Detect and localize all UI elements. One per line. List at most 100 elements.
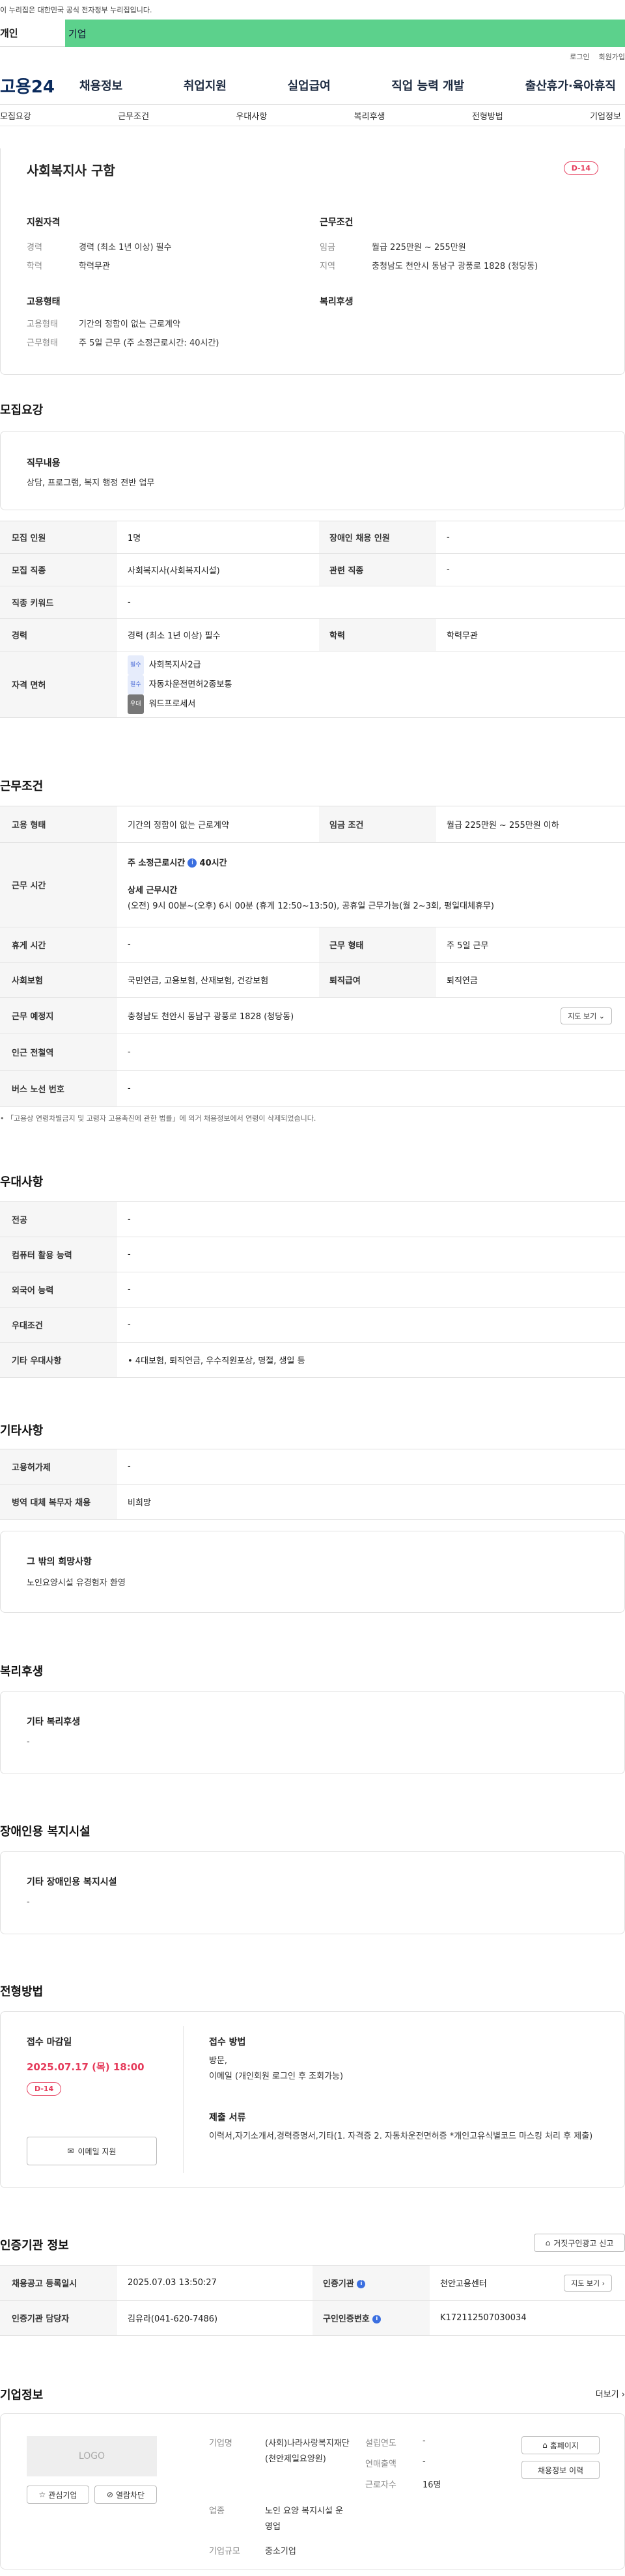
revenue: - <box>423 2457 426 2467</box>
row-header: 학력 <box>319 618 436 651</box>
table-row: 채용공고 등록일시 2025.07.03 13:50:27 인증기관 i 천안고용센터… <box>0 2265 625 2301</box>
report-button[interactable]: ⌂ 거짓구인광고 신고 <box>534 2234 625 2252</box>
email-apply-button[interactable]: ✉ 이메일 지원 <box>27 2137 157 2165</box>
deadline-label: 접수 마감일 <box>27 2037 72 2048</box>
info-icon[interactable]: i <box>188 858 197 868</box>
dday-badge: D-14 <box>27 2082 62 2096</box>
recruit-heading: 모집요강 <box>0 404 44 417</box>
subnav-preferences[interactable]: 우대사항 <box>236 109 267 122</box>
staff-count: 16명 <box>423 2480 441 2490</box>
tab-company[interactable]: 기업 <box>65 20 625 47</box>
duty-label: 직무내용 <box>27 458 61 469</box>
row-value: 1명 <box>117 521 319 554</box>
subnav-recruit[interactable]: 모집요강 <box>0 109 31 122</box>
welfare-title: 복리후생 <box>320 297 354 307</box>
row-header: 고용허가제 <box>0 1449 117 1485</box>
qual-key: 경력 <box>27 243 42 253</box>
duty-text: 상담, 프로그램, 복지 행정 전반 업무 <box>27 478 155 488</box>
wish-text: 노인요양시설 유경험자 환영 <box>27 1578 126 1588</box>
row-value: - <box>117 927 319 963</box>
row-value: 비희망 <box>117 1484 625 1520</box>
table-row: 전공 - <box>0 1201 625 1237</box>
industry-label: 업종 <box>209 2506 225 2516</box>
row-value: 퇴직연금 <box>436 962 625 998</box>
qual-value: 경력 (최소 1년 이상) 필수 <box>79 243 172 253</box>
row-header: 근무 형태 <box>319 927 436 963</box>
subnav-company[interactable]: 기업정보 <box>590 109 621 122</box>
row-value: - <box>117 1272 625 1308</box>
row-value: 2025.07.03 13:50:27 <box>117 2265 312 2301</box>
login-link[interactable]: 로그인 <box>570 51 589 62</box>
disability-value: - <box>27 1897 30 1907</box>
emp-key: 근무형태 <box>27 338 58 348</box>
row-header: 모집 직종 <box>0 553 117 586</box>
site-logo[interactable]: 고용24 <box>0 74 79 98</box>
cond-value: 월급 225만원 ~ 255만원 <box>372 243 466 253</box>
gnb-item-unemployment[interactable]: 실업급여 <box>288 77 331 94</box>
subnav-welfare[interactable]: 복리후생 <box>354 109 385 122</box>
table-row: 모집 인원 1명 장애인 채용 인원 - <box>0 521 625 554</box>
mail-icon: ✉ <box>67 2146 74 2156</box>
row-value: 김유라(041-620-7486) <box>117 2300 312 2336</box>
row-value: 학력무관 <box>436 618 625 651</box>
row-header: 인증기관 담당자 <box>0 2300 117 2336</box>
table-row: 컴퓨터 활용 능력 - <box>0 1237 625 1272</box>
tab-personal[interactable]: 개인 <box>0 20 65 47</box>
info-icon[interactable]: i <box>372 2315 382 2323</box>
row-value: 경력 (최소 1년 이상) 필수 <box>117 618 319 651</box>
subnav-selection[interactable]: 전형방법 <box>472 109 503 122</box>
row-value: - <box>117 1034 625 1071</box>
age-note: • 「고용상 연령차별금지 및 고령자 고용촉진에 관한 법률」에 의거 채용정… <box>0 1114 316 1123</box>
table-row: 외국어 능력 - <box>0 1272 625 1308</box>
agency-map-button[interactable]: 지도 보기 › <box>564 2275 612 2292</box>
row-header: 버스 노선 번호 <box>0 1070 117 1107</box>
size-label: 기업규모 <box>209 2547 240 2556</box>
row-value: - <box>117 586 625 619</box>
subnav-conditions[interactable]: 근무조건 <box>118 109 149 122</box>
user-type-tabs: 개인 기업 <box>0 20 625 47</box>
favorite-label: 관심기업 <box>48 2490 77 2500</box>
gnb-item-training[interactable]: 직업 능력 개발 <box>391 77 464 94</box>
disability-heading: 장애인용 복지시설 <box>0 1825 90 1839</box>
method-label: 접수 방법 <box>209 2037 246 2048</box>
license-item: 필수 사회복지사2급 <box>128 655 625 675</box>
favorite-company-button[interactable]: ☆ 관심기업 <box>27 2486 89 2504</box>
row-header: 휴게 시간 <box>0 927 117 963</box>
row-value: • 4대보험, 퇴직연금, 우수직원포상, 명절, 생일 등 <box>117 1342 625 1378</box>
gnb-item-leave[interactable]: 출산휴가·육아휴직 <box>525 77 616 94</box>
map-button[interactable]: 지도 보기 ⌄ <box>561 1007 612 1024</box>
gnb-item-jobs[interactable]: 채용정보 <box>79 77 122 94</box>
row-header: 외국어 능력 <box>0 1272 117 1308</box>
company-more-link[interactable]: 더보기 › <box>596 2387 625 2400</box>
industry: 노인 요양 복지시설 운영업 <box>265 2506 344 2532</box>
signup-link[interactable]: 회원가입 <box>599 51 625 62</box>
table-row: 병역 대체 복무자 채용 비희망 <box>0 1484 625 1520</box>
row-header: 관련 직종 <box>319 553 436 586</box>
home-icon: ⌂ <box>545 2238 551 2247</box>
row-header: 근무 시간 <box>0 842 117 927</box>
emp-title: 고용형태 <box>27 297 61 307</box>
age-note-text: 「고용상 연령차별금지 및 고령자 고용촉진에 관한 법률」에 의거 채용정보에… <box>7 1114 316 1123</box>
cond-key: 지역 <box>320 262 335 271</box>
other-table: 고용허가제 - 병역 대체 복무자 채용 비희망 <box>0 1449 625 1520</box>
star-icon: ☆ <box>38 2490 46 2499</box>
cond-value: 충청남도 천안시 동남구 광풍로 1828 (청당동) <box>372 262 538 271</box>
info-icon[interactable]: i <box>357 2280 366 2288</box>
block-company-button[interactable]: ⊘ 열람차단 <box>94 2486 157 2504</box>
row-value: 주 5일 근무 <box>436 927 625 963</box>
company-heading: 기업정보 <box>0 2389 44 2402</box>
founded: - <box>423 2436 426 2446</box>
row-header: 채용공고 등록일시 <box>0 2265 117 2301</box>
row-header: 기타 우대사항 <box>0 1342 117 1378</box>
row-header: 사회보험 <box>0 962 117 998</box>
gnb-item-employment-support[interactable]: 취업지원 <box>184 77 227 94</box>
qual-key: 학력 <box>27 262 42 271</box>
row-header: 장애인 채용 인원 <box>319 521 436 554</box>
divider <box>183 2026 184 2173</box>
table-row: 인근 전철역 - <box>0 1034 625 1071</box>
welfare-card: 기타 복리후생 - <box>0 1691 625 1774</box>
homepage-button[interactable]: ⌂ 홈페이지 <box>521 2436 600 2454</box>
chevron-down-icon: ⌄ <box>598 1012 605 1021</box>
disability-label: 기타 장애인용 복지시설 <box>27 1877 117 1887</box>
job-history-button[interactable]: 채용정보 이력 <box>521 2461 600 2479</box>
